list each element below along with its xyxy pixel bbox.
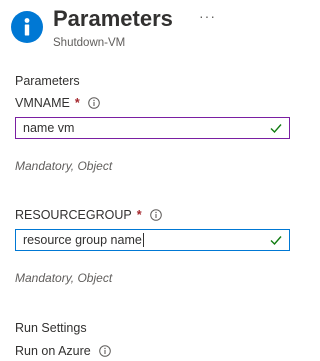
resourcegroup-hint: Mandatory, Object bbox=[15, 271, 113, 285]
parameters-panel: Parameters ··· Shutdown-VM Parameters VM… bbox=[0, 0, 309, 361]
vmname-input-value: name vm bbox=[23, 121, 75, 135]
run-on-azure-label: Run on Azure bbox=[15, 344, 111, 358]
resourcegroup-label-text: RESOURCEGROUP bbox=[15, 208, 132, 222]
vmname-label-text: VMNAME bbox=[15, 96, 70, 110]
run-on-azure-label-text: Run on Azure bbox=[15, 344, 91, 358]
resourcegroup-input[interactable]: resource group name bbox=[15, 229, 290, 251]
info-icon[interactable] bbox=[87, 97, 100, 109]
vmname-hint: Mandatory, Object bbox=[15, 159, 113, 173]
resourcegroup-input-text: resource group name bbox=[23, 232, 142, 247]
page-title: Parameters bbox=[53, 6, 173, 31]
text-caret bbox=[142, 233, 144, 248]
checkmark-icon bbox=[270, 124, 282, 134]
more-options-button[interactable]: ··· bbox=[199, 8, 219, 24]
vmname-input[interactable]: name vm bbox=[15, 117, 290, 139]
parameters-section-title: Parameters bbox=[15, 74, 80, 88]
info-icon[interactable] bbox=[149, 209, 162, 221]
run-settings-section-title: Run Settings bbox=[15, 321, 87, 335]
required-indicator: * bbox=[136, 208, 142, 222]
required-indicator: * bbox=[74, 96, 80, 110]
info-circle-icon bbox=[11, 11, 43, 43]
vmname-label: VMNAME * bbox=[15, 96, 100, 110]
resourcegroup-label: RESOURCEGROUP * bbox=[15, 208, 162, 222]
page-subtitle: Shutdown-VM bbox=[53, 37, 126, 49]
resourcegroup-input-value: resource group name bbox=[23, 233, 269, 248]
info-icon[interactable] bbox=[98, 345, 111, 357]
checkmark-icon bbox=[270, 236, 282, 246]
